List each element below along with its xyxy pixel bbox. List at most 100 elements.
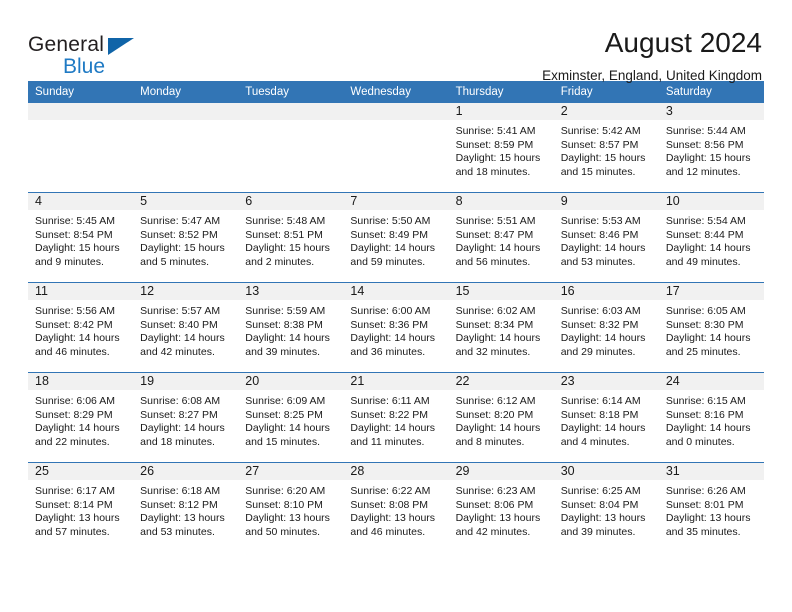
- day-number: 20: [238, 373, 344, 390]
- day-info: Sunrise: 5:50 AM Sunset: 8:49 PM Daylight:…: [343, 210, 448, 269]
- daylight-text: Daylight: 14 hours and 32 minutes.: [455, 332, 541, 358]
- calendar-day-cell[interactable]: 27 Sunrise: 6:20 AM Sunset: 8:10 PM Dayligh…: [238, 462, 344, 552]
- day-number: 16: [553, 283, 659, 300]
- page-header: General Blue August 2024 Exminster, Engl…: [28, 0, 764, 84]
- day-info: Sunrise: 5:59 AM Sunset: 8:38 PM Daylight:…: [238, 300, 343, 359]
- day-number: 27: [238, 463, 344, 480]
- calendar-day-cell[interactable]: 24 Sunrise: 6:15 AM Sunset: 8:16 PM Dayligh…: [658, 372, 764, 463]
- brand-logo[interactable]: General Blue: [28, 28, 178, 86]
- sunset-text: Sunset: 8:29 PM: [35, 408, 113, 421]
- calendar-day-cell[interactable]: 23 Sunrise: 6:14 AM Sunset: 8:18 PM Dayligh…: [553, 372, 659, 463]
- day-info: Sunrise: 6:05 AM Sunset: 8:30 PM Daylight:…: [659, 300, 764, 359]
- calendar-day-cell[interactable]: 11 Sunrise: 5:56 AM Sunset: 8:42 PM Dayligh…: [28, 282, 134, 373]
- daylight-text: Daylight: 14 hours and 18 minutes.: [140, 422, 225, 448]
- calendar-day-cell[interactable]: 18 Sunrise: 6:06 AM Sunset: 8:29 PM Dayligh…: [28, 372, 134, 463]
- day-info: Sunrise: 5:48 AM Sunset: 8:51 PM Daylight:…: [238, 210, 343, 269]
- brand-name-top: General: [28, 33, 105, 56]
- calendar-day-cell[interactable]: 26 Sunrise: 6:18 AM Sunset: 8:12 PM Dayligh…: [133, 462, 239, 552]
- daylight-text: Daylight: 14 hours and 11 minutes.: [350, 422, 436, 448]
- title-block: August 2024 Exminster, England, United K…: [542, 27, 764, 84]
- calendar-day-cell[interactable]: 25 Sunrise: 6:17 AM Sunset: 8:14 PM Dayligh…: [28, 462, 134, 552]
- calendar-day-cell[interactable]: 28 Sunrise: 6:22 AM Sunset: 8:08 PM Dayligh…: [343, 462, 449, 552]
- day-info: Sunrise: 5:54 AM Sunset: 8:44 PM Daylight:…: [659, 210, 764, 269]
- sunset-text: Sunset: 8:30 PM: [665, 318, 744, 331]
- daylight-text: Daylight: 14 hours and 42 minutes.: [140, 332, 225, 358]
- calendar-day-cell[interactable]: 14 Sunrise: 6:00 AM Sunset: 8:36 PM Dayligh…: [343, 282, 449, 373]
- weekday-header-thursday: Thursday: [448, 81, 554, 103]
- calendar-cell-empty: [28, 103, 134, 193]
- day-number: 13: [238, 283, 344, 300]
- day-number: 14: [343, 283, 449, 300]
- sunset-text: Sunset: 8:14 PM: [35, 498, 113, 511]
- calendar-day-cell[interactable]: 20 Sunrise: 6:09 AM Sunset: 8:25 PM Dayligh…: [238, 372, 344, 463]
- calendar-day-cell[interactable]: 17 Sunrise: 6:05 AM Sunset: 8:30 PM Dayligh…: [658, 282, 764, 373]
- sunset-text: Sunset: 8:42 PM: [35, 318, 113, 331]
- daylight-text: Daylight: 14 hours and 59 minutes.: [350, 242, 436, 268]
- daylight-text: Daylight: 14 hours and 39 minutes.: [245, 332, 330, 358]
- day-info: Sunrise: 5:45 AM Sunset: 8:54 PM Daylight:…: [28, 210, 133, 269]
- calendar-day-cell[interactable]: 10 Sunrise: 5:54 AM Sunset: 8:44 PM Dayligh…: [658, 192, 764, 283]
- day-number: 29: [448, 463, 554, 480]
- daylight-text: Daylight: 15 hours and 18 minutes.: [455, 152, 541, 178]
- daylight-text: Daylight: 13 hours and 53 minutes.: [140, 512, 225, 538]
- page-title: August 2024: [604, 27, 762, 58]
- day-info: Sunrise: 6:18 AM Sunset: 8:12 PM Daylight:…: [133, 480, 238, 539]
- day-number: 4: [28, 193, 134, 210]
- day-number: 23: [553, 373, 659, 390]
- day-number: 7: [343, 193, 449, 210]
- calendar-day-cell[interactable]: 30 Sunrise: 6:25 AM Sunset: 8:04 PM Dayligh…: [553, 462, 659, 552]
- calendar-day-cell[interactable]: 31 Sunrise: 6:26 AM Sunset: 8:01 PM Dayligh…: [658, 462, 764, 552]
- calendar-day-cell[interactable]: 3 Sunrise: 5:44 AM Sunset: 8:56 PM Daylight…: [658, 103, 764, 193]
- sunrise-text: Sunrise: 6:25 AM: [560, 485, 641, 497]
- sunrise-text: Sunrise: 6:03 AM: [560, 305, 641, 317]
- calendar-day-cell[interactable]: 6 Sunrise: 5:48 AM Sunset: 8:51 PM Daylight…: [238, 192, 344, 283]
- daylight-text: Daylight: 14 hours and 29 minutes.: [560, 332, 646, 358]
- sunset-text: Sunset: 8:18 PM: [560, 408, 639, 421]
- daylight-text: Daylight: 13 hours and 46 minutes.: [350, 512, 436, 538]
- calendar-day-cell[interactable]: 29 Sunrise: 6:23 AM Sunset: 8:06 PM Dayligh…: [448, 462, 554, 552]
- calendar-day-cell[interactable]: 22 Sunrise: 6:12 AM Sunset: 8:20 PM Dayligh…: [448, 372, 554, 463]
- calendar-day-cell[interactable]: 21 Sunrise: 6:11 AM Sunset: 8:22 PM Dayligh…: [343, 372, 449, 463]
- calendar-day-cell[interactable]: 2 Sunrise: 5:42 AM Sunset: 8:57 PM Daylight…: [553, 103, 659, 193]
- daylight-text: Daylight: 15 hours and 5 minutes.: [140, 242, 225, 268]
- daylight-text: Daylight: 13 hours and 50 minutes.: [245, 512, 330, 538]
- day-info: Sunrise: 6:02 AM Sunset: 8:34 PM Daylight:…: [449, 300, 554, 359]
- calendar-day-cell[interactable]: 12 Sunrise: 5:57 AM Sunset: 8:40 PM Dayligh…: [133, 282, 239, 373]
- calendar-day-cell[interactable]: 13 Sunrise: 5:59 AM Sunset: 8:38 PM Dayligh…: [238, 282, 344, 373]
- sunset-text: Sunset: 8:46 PM: [560, 228, 639, 241]
- day-info: Sunrise: 6:17 AM Sunset: 8:14 PM Daylight:…: [28, 480, 133, 539]
- calendar-day-cell[interactable]: 1 Sunrise: 5:41 AM Sunset: 8:59 PM Daylight…: [448, 103, 554, 193]
- daylight-text: Daylight: 14 hours and 56 minutes.: [455, 242, 541, 268]
- day-info: Sunrise: 6:12 AM Sunset: 8:20 PM Daylight:…: [449, 390, 554, 449]
- calendar-day-cell[interactable]: 8 Sunrise: 5:51 AM Sunset: 8:47 PM Daylight…: [448, 192, 554, 283]
- day-info: Sunrise: 6:03 AM Sunset: 8:32 PM Daylight:…: [554, 300, 659, 359]
- day-number: 10: [658, 193, 764, 210]
- calendar-day-cell[interactable]: 7 Sunrise: 5:50 AM Sunset: 8:49 PM Daylight…: [343, 192, 449, 283]
- calendar-day-cell[interactable]: 19 Sunrise: 6:08 AM Sunset: 8:27 PM Dayligh…: [133, 372, 239, 463]
- daylight-text: Daylight: 14 hours and 46 minutes.: [35, 332, 120, 358]
- sunset-text: Sunset: 8:36 PM: [350, 318, 429, 331]
- sunrise-text: Sunrise: 5:56 AM: [35, 305, 115, 317]
- calendar-day-cell[interactable]: 16 Sunrise: 6:03 AM Sunset: 8:32 PM Dayligh…: [553, 282, 659, 373]
- day-number: 21: [343, 373, 449, 390]
- calendar-week-row: 4 Sunrise: 5:45 AM Sunset: 8:54 PM Daylight…: [28, 192, 764, 283]
- day-number: [343, 103, 449, 120]
- daylight-text: Daylight: 14 hours and 0 minutes.: [665, 422, 751, 448]
- sunrise-text: Sunrise: 5:53 AM: [560, 215, 641, 227]
- triangle-icon: [108, 38, 134, 55]
- day-number: 8: [448, 193, 554, 210]
- day-number: 12: [133, 283, 239, 300]
- calendar-day-cell[interactable]: 15 Sunrise: 6:02 AM Sunset: 8:34 PM Dayligh…: [448, 282, 554, 373]
- day-number: 17: [658, 283, 764, 300]
- weekday-header-friday: Friday: [553, 81, 659, 103]
- sunset-text: Sunset: 8:54 PM: [35, 228, 113, 241]
- day-info: Sunrise: 5:57 AM Sunset: 8:40 PM Daylight:…: [133, 300, 238, 359]
- calendar-day-cell[interactable]: 5 Sunrise: 5:47 AM Sunset: 8:52 PM Daylight…: [133, 192, 239, 283]
- calendar-day-cell[interactable]: 9 Sunrise: 5:53 AM Sunset: 8:46 PM Daylight…: [553, 192, 659, 283]
- sunrise-text: Sunrise: 6:14 AM: [560, 395, 641, 407]
- daylight-text: Daylight: 13 hours and 57 minutes.: [35, 512, 120, 538]
- daylight-text: Daylight: 14 hours and 25 minutes.: [665, 332, 751, 358]
- calendar-week-row: 25 Sunrise: 6:17 AM Sunset: 8:14 PM Dayligh…: [28, 462, 764, 552]
- sunrise-text: Sunrise: 5:48 AM: [245, 215, 326, 227]
- calendar-day-cell[interactable]: 4 Sunrise: 5:45 AM Sunset: 8:54 PM Daylight…: [28, 192, 134, 283]
